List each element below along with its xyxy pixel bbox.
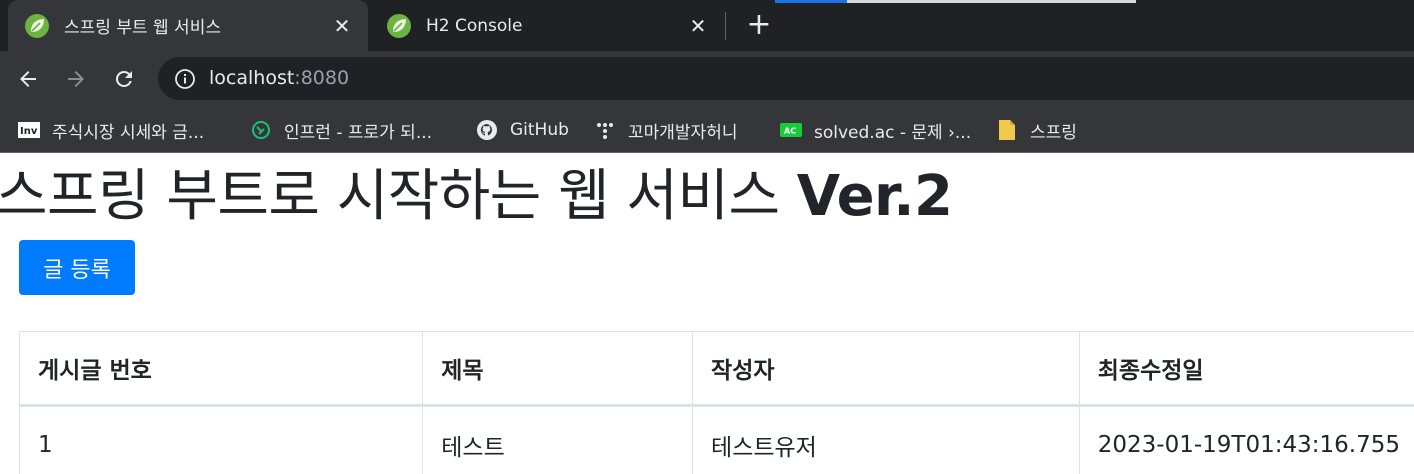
posts-table: 게시글 번호 제목 작성자 최종수정일 1 테스트 테스트유저 2023-01-… — [18, 331, 1414, 474]
svg-text:Inv: Inv — [20, 126, 38, 137]
bookmark-github[interactable]: GitHub — [476, 114, 569, 146]
bookmark-solvedac[interactable]: AC solved.ac - 문제 ›... — [780, 114, 971, 146]
new-tab-plus-icon[interactable]: + — [744, 10, 774, 41]
folder-icon — [996, 119, 1018, 141]
table-header-row: 게시글 번호 제목 작성자 최종수정일 — [18, 331, 1414, 407]
info-circle-icon[interactable] — [174, 68, 196, 90]
solvedac-icon: AC — [780, 119, 802, 141]
forward-arrow-icon[interactable] — [60, 63, 92, 95]
reload-icon[interactable] — [108, 63, 140, 95]
bookmark-folder-spring[interactable]: 스프링 — [996, 114, 1077, 146]
page-title: 스프링 부트로 시작하는 웹 서비스 Ver.2 — [0, 162, 953, 232]
tab-spring-boot-web-service[interactable]: 스프링 부트 웹 서비스 ✕ — [8, 0, 368, 51]
close-icon[interactable]: ✕ — [330, 14, 354, 38]
svg-text:AC: AC — [784, 127, 796, 136]
progress-fill — [775, 0, 848, 3]
bookmark-label: GitHub — [510, 120, 569, 140]
bookmark-investing[interactable]: Inv 주식시장 시세와 금... — [18, 114, 204, 146]
column-header-author: 작성자 — [692, 331, 1080, 407]
column-header-post-number: 게시글 번호 — [18, 331, 424, 407]
back-arrow-icon[interactable] — [12, 63, 44, 95]
bookmark-kkoma[interactable]: 꼬마개발자허니 — [594, 114, 737, 146]
bookmark-label: 꼬마개발자허니 — [628, 122, 738, 143]
table-row[interactable]: 1 테스트 테스트유저 2023-01-19T01:43:16.755 — [18, 405, 1414, 474]
browser-tab-strip: 스프링 부트 웹 서비스 ✕ H2 Console ✕ + — [0, 0, 1414, 51]
cell-modified-date: 2023-01-19T01:43:16.755 — [1078, 405, 1414, 474]
address-bar[interactable]: localhost:8080 — [158, 57, 1414, 100]
tab-separator — [725, 12, 726, 40]
column-header-modified-date: 최종수정일 — [1078, 331, 1414, 407]
column-header-title: 제목 — [422, 331, 694, 407]
tab-title: H2 Console — [426, 15, 523, 36]
investing-icon: Inv — [18, 119, 40, 141]
bookmark-inflearn[interactable]: 인프런 - 프로가 되... — [250, 114, 432, 146]
bookmark-label: 인프런 - 프로가 되... — [284, 122, 433, 143]
inflearn-icon — [250, 119, 272, 141]
register-post-button[interactable]: 글 등록 — [19, 240, 135, 295]
page-title-main: 스프링 부트로 시작하는 웹 서비스 — [0, 164, 797, 229]
url-text: localhost:8080 — [209, 67, 349, 89]
cell-post-number: 1 — [18, 405, 424, 474]
spring-leaf-icon — [25, 13, 49, 38]
page-title-version: Ver.2 — [796, 164, 953, 229]
close-icon[interactable]: ✕ — [686, 14, 710, 38]
cell-title[interactable]: 테스트 — [422, 405, 694, 474]
cell-author: 테스트유저 — [692, 405, 1080, 474]
tab-title: 스프링 부트 웹 서비스 — [64, 18, 221, 38]
page-content: 스프링 부트로 시작하는 웹 서비스 Ver.2 글 등록 게시글 번호 제목 … — [0, 154, 1414, 474]
bookmark-label: solved.ac - 문제 ›... — [814, 122, 972, 143]
url-host: localhost — [209, 67, 295, 89]
bookmark-label: 주식시장 시세와 금... — [52, 122, 205, 143]
bookmarks-bar: Inv 주식시장 시세와 금... 인프런 - 프로가 되... GitHub … — [0, 106, 1414, 153]
page-load-progress-bar — [775, 0, 1136, 3]
github-icon — [476, 119, 498, 141]
spring-leaf-icon — [387, 13, 411, 38]
url-port: :8080 — [294, 67, 350, 89]
tab-h2-console[interactable]: H2 Console ✕ — [370, 0, 724, 51]
bookmark-label: 스프링 — [1030, 122, 1077, 143]
browser-toolbar: localhost:8080 — [0, 51, 1414, 106]
dots-icon — [594, 119, 616, 141]
